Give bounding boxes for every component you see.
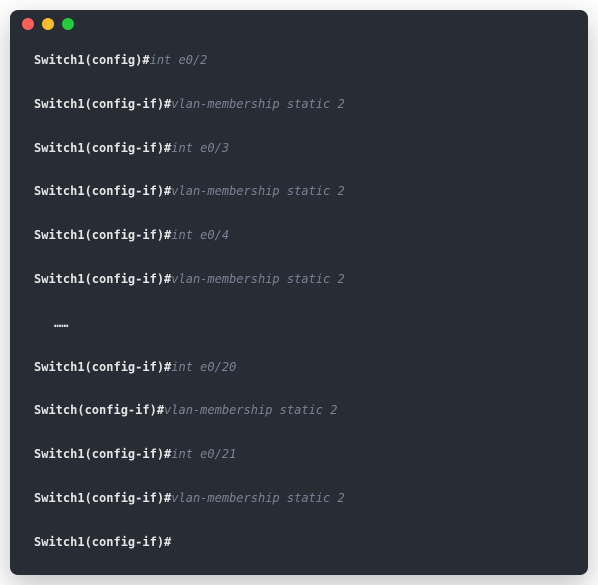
command: vlan-membership static 2: [164, 403, 337, 417]
prompt: Switch1(config-if)#: [34, 228, 171, 242]
prompt: Switch1(config-if)#: [34, 97, 171, 111]
command: int e0/4: [171, 228, 229, 242]
terminal-line: Switch1(config-if)#int e0/3: [34, 140, 564, 157]
close-icon[interactable]: [22, 18, 34, 30]
terminal-body[interactable]: Switch1(config)#int e0/2 Switch1(config-…: [10, 38, 588, 571]
terminal-line: Switch1(config)#int e0/2: [34, 52, 564, 69]
prompt: Switch1(config-if)#: [34, 184, 171, 198]
terminal-window: Switch1(config)#int e0/2 Switch1(config-…: [10, 10, 588, 575]
command: vlan-membership static 2: [171, 491, 344, 505]
command: int e0/20: [171, 360, 236, 374]
command: int e0/21: [171, 447, 236, 461]
command: vlan-membership static 2: [171, 272, 344, 286]
prompt: Switch1(config)#: [34, 53, 150, 67]
terminal-line: Switch1(config-if)#int e0/21: [34, 446, 564, 463]
terminal-line: Switch1(config-if)#vlan-membership stati…: [34, 271, 564, 288]
prompt: Switch1(config-if)#: [34, 535, 171, 549]
prompt: Switch1(config-if)#: [34, 360, 171, 374]
command: int e0/2: [150, 53, 208, 67]
ellipsis: ……: [54, 316, 68, 330]
command: vlan-membership static 2: [171, 184, 344, 198]
titlebar: [10, 10, 588, 38]
prompt: Switch(config-if)#: [34, 403, 164, 417]
terminal-line: Switch1(config-if)#vlan-membership stati…: [34, 490, 564, 507]
terminal-line: Switch1(config-if)#int e0/20: [34, 359, 564, 376]
terminal-line: Switch1(config-if)#vlan-membership stati…: [34, 96, 564, 113]
prompt: Switch1(config-if)#: [34, 272, 171, 286]
command: vlan-membership static 2: [171, 97, 344, 111]
command: int e0/3: [171, 141, 229, 155]
ellipsis-line: ……: [54, 315, 564, 332]
minimize-icon[interactable]: [42, 18, 54, 30]
prompt: Switch1(config-if)#: [34, 447, 171, 461]
maximize-icon[interactable]: [62, 18, 74, 30]
prompt: Switch1(config-if)#: [34, 491, 171, 505]
terminal-line: Switch(config-if)#vlan-membership static…: [34, 402, 564, 419]
terminal-line: Switch1(config-if)#vlan-membership stati…: [34, 183, 564, 200]
prompt: Switch1(config-if)#: [34, 141, 171, 155]
terminal-line: Switch1(config-if)#int e0/4: [34, 227, 564, 244]
terminal-line: Switch1(config-if)#: [34, 534, 564, 551]
